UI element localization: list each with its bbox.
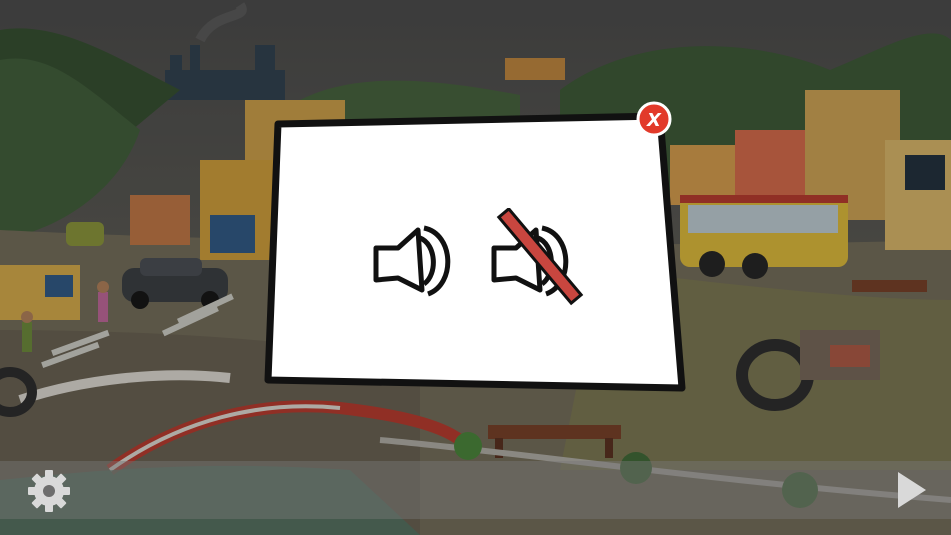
sound-settings-dialog bbox=[264, 112, 686, 392]
speaker-muted-icon bbox=[491, 206, 584, 306]
sound-on-button[interactable] bbox=[368, 218, 460, 302]
settings-button[interactable] bbox=[24, 466, 74, 516]
gear-icon bbox=[28, 470, 70, 512]
next-button[interactable] bbox=[892, 468, 932, 512]
close-icon: X bbox=[636, 101, 672, 137]
bottom-toolbar bbox=[0, 461, 951, 519]
speaker-on-icon bbox=[373, 225, 451, 297]
close-button[interactable]: X bbox=[636, 101, 672, 137]
close-symbol: X bbox=[646, 110, 662, 131]
play-arrow-icon bbox=[898, 472, 926, 508]
sound-off-button[interactable] bbox=[484, 206, 584, 308]
